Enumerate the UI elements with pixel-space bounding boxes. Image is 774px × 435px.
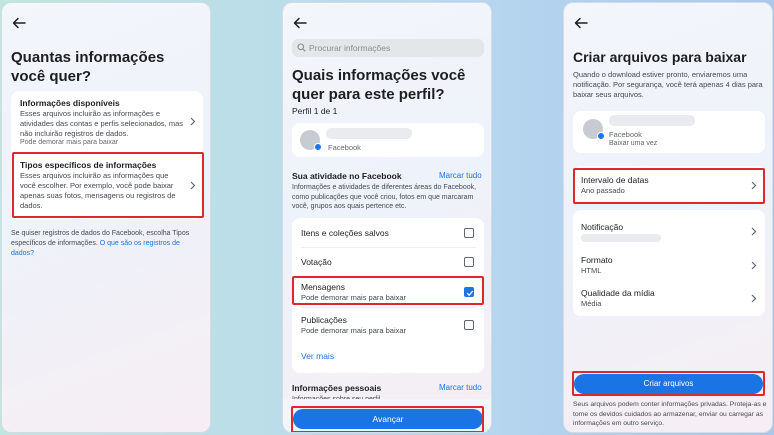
section-title: Sua atividade no Facebook xyxy=(292,171,402,181)
page-title: Criar arquivos para baixar xyxy=(573,49,747,65)
list-item[interactable]: Publicações Pode demorar mais para baixa… xyxy=(292,308,484,340)
profile-platform: Facebook xyxy=(328,143,361,152)
screen-amount-of-info: Quantas informações você quer? Informaçõ… xyxy=(1,2,211,433)
facebook-badge-icon xyxy=(314,143,322,151)
setting-label: Formato xyxy=(581,255,613,265)
item-label: Votação xyxy=(301,257,332,267)
setting-format[interactable]: Formato HTML xyxy=(573,248,765,280)
option-note: Pode demorar mais para baixar xyxy=(20,139,119,146)
chevron-right-icon xyxy=(751,261,757,270)
chevron-right-icon xyxy=(751,227,757,236)
setting-value: HTML xyxy=(581,266,602,275)
highlight-box xyxy=(292,276,484,305)
chevron-right-icon xyxy=(751,294,757,303)
option-title: Informações disponíveis xyxy=(20,98,120,108)
section-description: Informações e atividades de diferentes á… xyxy=(292,184,477,210)
highlight-box xyxy=(572,371,765,396)
select-all-link[interactable]: Marcar tudo xyxy=(439,383,482,392)
profile-name-blurred xyxy=(609,115,695,126)
back-arrow-icon[interactable] xyxy=(293,17,307,29)
page-title: Quantas informações você quer? xyxy=(11,49,165,85)
checkbox[interactable] xyxy=(464,320,474,330)
highlight-box xyxy=(12,152,204,218)
search-icon xyxy=(297,43,306,52)
download-frequency: Baixar uma vez xyxy=(609,140,658,147)
highlight-box xyxy=(291,406,484,432)
checkbox[interactable] xyxy=(464,257,474,267)
privacy-note: Seus arquivos podem conter informações p… xyxy=(573,401,767,427)
facebook-badge-icon xyxy=(597,132,605,140)
setting-label: Qualidade da mídia xyxy=(581,288,655,298)
page-title: Quais informações você quer para este pe… xyxy=(292,67,466,103)
see-more-link[interactable]: Ver mais xyxy=(301,351,334,361)
screen-select-info: Procurar informações Quais informações v… xyxy=(282,2,492,433)
option-description: Esses arquivos incluirão as informações … xyxy=(20,109,184,138)
back-arrow-icon[interactable] xyxy=(12,17,26,29)
setting-media-quality[interactable]: Qualidade da mídia Média xyxy=(573,282,765,314)
search-placeholder: Procurar informações xyxy=(309,43,391,53)
profile-card: Facebook Baixar uma vez xyxy=(573,111,765,153)
settings-list: Notificação Formato HTML Qualidade da mí… xyxy=(573,210,765,316)
item-note: Pode demorar mais para baixar xyxy=(301,326,407,335)
search-input[interactable]: Procurar informações xyxy=(292,39,484,57)
chevron-right-icon xyxy=(190,117,196,126)
item-label: Publicações xyxy=(301,315,347,325)
option-available-info[interactable]: Informações disponíveis Esses arquivos i… xyxy=(11,91,203,149)
profile-name-blurred xyxy=(326,128,412,139)
back-arrow-icon[interactable] xyxy=(574,17,588,29)
profile-card: Facebook xyxy=(292,123,484,157)
highlight-box xyxy=(573,168,765,204)
intro-text: Quando o download estiver pronto, enviar… xyxy=(573,70,763,99)
setting-label: Notificação xyxy=(581,222,624,232)
item-label: Itens e coleções salvos xyxy=(301,228,389,238)
list-item[interactable]: Votação xyxy=(292,248,484,277)
profile-count: Perfil 1 de 1 xyxy=(292,106,338,116)
screen-create-files: Criar arquivos para baixar Quando o down… xyxy=(563,2,773,433)
setting-value-blurred xyxy=(581,234,661,242)
list-item[interactable]: Itens e coleções salvos xyxy=(292,218,484,247)
footer-text: Se quiser registros de dados do Facebook… xyxy=(11,229,201,259)
checkbox[interactable] xyxy=(464,228,474,238)
profile-platform: Facebook xyxy=(609,130,642,139)
section-title: Informações pessoais xyxy=(292,383,382,393)
select-all-link[interactable]: Marcar tudo xyxy=(439,171,482,180)
setting-notification[interactable]: Notificação xyxy=(573,210,765,244)
setting-value: Média xyxy=(581,299,602,308)
